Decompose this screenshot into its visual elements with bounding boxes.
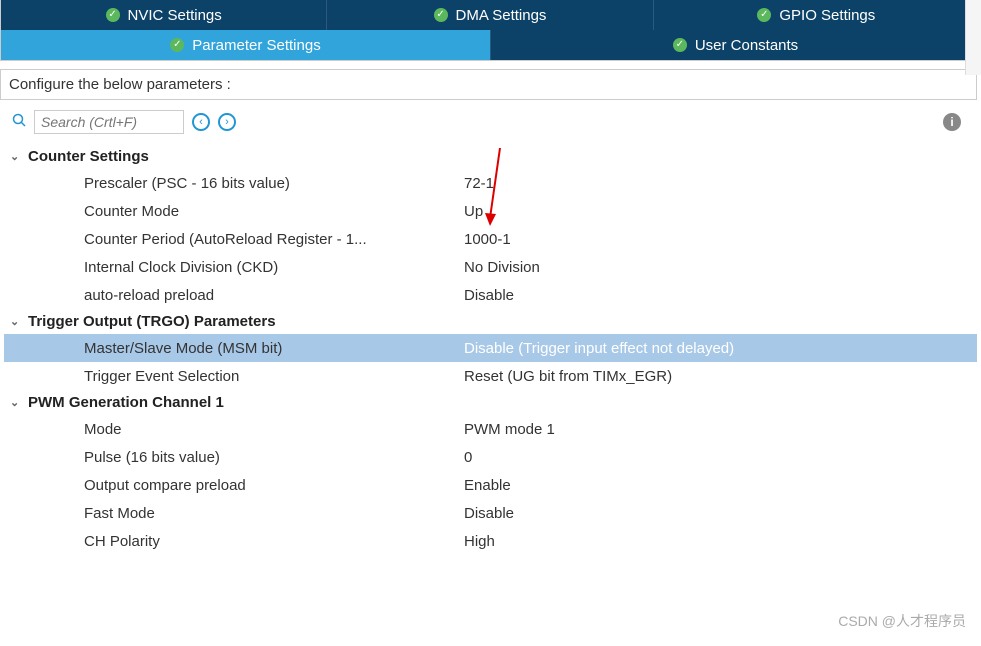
group-pwm-generation[interactable]: ⌄ PWM Generation Channel 1: [4, 390, 977, 415]
tab-parameter-settings[interactable]: ✓ Parameter Settings: [1, 30, 490, 60]
check-icon: ✓: [673, 38, 687, 52]
param-value: Disable: [464, 505, 977, 522]
tab-dma-settings[interactable]: ✓ DMA Settings: [327, 0, 653, 30]
param-row-trigger-event-selection[interactable]: Trigger Event Selection Reset (UG bit fr…: [4, 362, 977, 390]
search-bar: ‹ › i: [4, 106, 977, 138]
search-icon: [12, 113, 26, 132]
param-label: CH Polarity: [84, 533, 464, 550]
group-title: Trigger Output (TRGO) Parameters: [28, 313, 276, 330]
group-title: Counter Settings: [28, 148, 149, 165]
search-next-button[interactable]: ›: [218, 113, 236, 131]
param-value: PWM mode 1: [464, 421, 977, 438]
tab-row-bottom: ✓ Parameter Settings ✓ User Constants: [1, 30, 980, 60]
group-counter-settings[interactable]: ⌄ Counter Settings: [4, 144, 977, 169]
check-icon: ✓: [757, 8, 771, 22]
param-value: Disable: [464, 287, 977, 304]
param-value: 1000-1: [464, 231, 977, 248]
param-row-ch-polarity[interactable]: CH Polarity High: [4, 527, 977, 555]
param-label: Prescaler (PSC - 16 bits value): [84, 175, 464, 192]
search-input[interactable]: [34, 110, 184, 134]
param-label: Mode: [84, 421, 464, 438]
check-icon: ✓: [106, 8, 120, 22]
param-value: Enable: [464, 477, 977, 494]
watermark: CSDN @人才程序员: [838, 611, 966, 631]
param-value: 0: [464, 449, 977, 466]
tab-gpio-settings[interactable]: ✓ GPIO Settings: [654, 0, 980, 30]
param-value: No Division: [464, 259, 977, 276]
param-row-output-compare-preload[interactable]: Output compare preload Enable: [4, 471, 977, 499]
tab-label: Parameter Settings: [192, 37, 320, 54]
param-row-prescaler[interactable]: Prescaler (PSC - 16 bits value) 72-1: [4, 169, 977, 197]
search-prev-button[interactable]: ‹: [192, 113, 210, 131]
param-label: Master/Slave Mode (MSM bit): [84, 340, 464, 357]
param-row-pulse[interactable]: Pulse (16 bits value) 0: [4, 443, 977, 471]
chevron-down-icon: ⌄: [10, 396, 24, 409]
param-label: auto-reload preload: [84, 287, 464, 304]
parameter-content: ⌄ Counter Settings Prescaler (PSC - 16 b…: [0, 138, 981, 561]
param-row-auto-reload[interactable]: auto-reload preload Disable: [4, 281, 977, 309]
param-value: Disable (Trigger input effect not delaye…: [464, 340, 977, 357]
param-value: Reset (UG bit from TIMx_EGR): [464, 368, 977, 385]
check-icon: ✓: [434, 8, 448, 22]
chevron-down-icon: ⌄: [10, 150, 24, 163]
param-label: Trigger Event Selection: [84, 368, 464, 385]
tab-nvic-settings[interactable]: ✓ NVIC Settings: [1, 0, 327, 30]
tab-user-constants[interactable]: ✓ User Constants: [490, 30, 980, 60]
param-row-clock-division[interactable]: Internal Clock Division (CKD) No Divisio…: [4, 253, 977, 281]
param-row-counter-mode[interactable]: Counter Mode Up: [4, 197, 977, 225]
tab-label: User Constants: [695, 37, 798, 54]
param-row-pwm-mode[interactable]: Mode PWM mode 1: [4, 415, 977, 443]
chevron-down-icon: ⌄: [10, 315, 24, 328]
param-value: High: [464, 533, 977, 550]
tab-container: ✓ NVIC Settings ✓ DMA Settings ✓ GPIO Se…: [0, 0, 981, 61]
tab-label: GPIO Settings: [779, 7, 875, 24]
param-value: Up: [464, 203, 977, 220]
param-label: Pulse (16 bits value): [84, 449, 464, 466]
check-icon: ✓: [170, 38, 184, 52]
param-row-counter-period[interactable]: Counter Period (AutoReload Register - 1.…: [4, 225, 977, 253]
config-header: Configure the below parameters :: [0, 69, 977, 100]
param-label: Counter Period (AutoReload Register - 1.…: [84, 231, 464, 248]
param-label: Counter Mode: [84, 203, 464, 220]
param-label: Output compare preload: [84, 477, 464, 494]
tab-row-top: ✓ NVIC Settings ✓ DMA Settings ✓ GPIO Se…: [1, 0, 980, 30]
param-row-fast-mode[interactable]: Fast Mode Disable: [4, 499, 977, 527]
right-pane: [965, 0, 981, 75]
group-title: PWM Generation Channel 1: [28, 394, 224, 411]
group-trigger-output[interactable]: ⌄ Trigger Output (TRGO) Parameters: [4, 309, 977, 334]
param-label: Fast Mode: [84, 505, 464, 522]
info-icon[interactable]: i: [943, 113, 961, 131]
param-row-master-slave-mode[interactable]: Master/Slave Mode (MSM bit) Disable (Tri…: [4, 334, 977, 362]
tab-label: NVIC Settings: [128, 7, 222, 24]
param-value: 72-1: [464, 175, 977, 192]
tab-label: DMA Settings: [456, 7, 547, 24]
param-label: Internal Clock Division (CKD): [84, 259, 464, 276]
